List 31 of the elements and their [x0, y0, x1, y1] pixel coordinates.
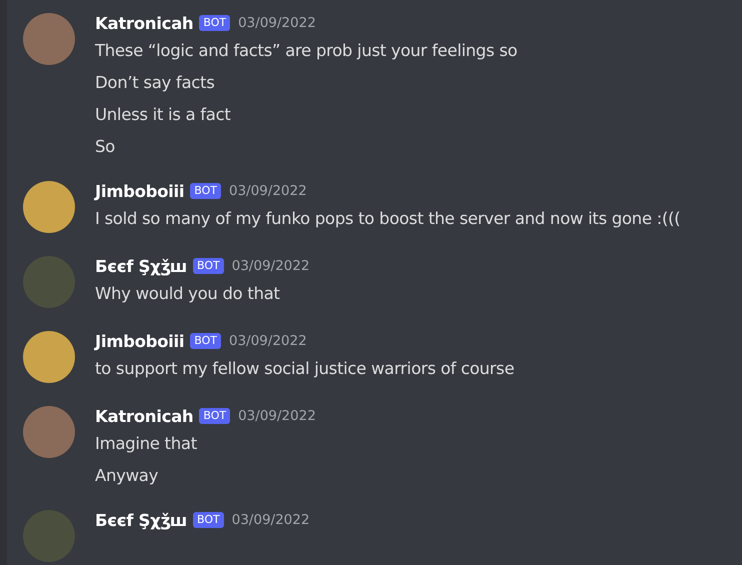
avatar-photo-placeholder[interactable]: [23, 406, 75, 458]
avatar-photo-placeholder[interactable]: [23, 331, 75, 383]
bot-tag: BOT: [193, 258, 224, 274]
bot-tag: BOT: [199, 408, 230, 424]
username[interactable]: Jimboboiii: [95, 182, 184, 200]
username[interactable]: Katronicah: [95, 406, 194, 426]
message-timestamp: 03/09/2022: [228, 333, 307, 349]
bot-tag: BOT: [190, 333, 221, 349]
avatar-photo-placeholder[interactable]: [23, 181, 75, 233]
message-text: Don’t say facts: [95, 72, 216, 94]
username[interactable]: Бєєf Şχǯш: [95, 510, 188, 530]
message-timestamp: 03/09/2022: [238, 408, 316, 424]
username[interactable]: Katronicah: [95, 14, 194, 32]
message-text: Anyway: [95, 465, 160, 487]
username[interactable]: Jimboboiii: [95, 332, 184, 350]
bot-tag: BOT: [199, 15, 230, 31]
bot-tag: BOT: [193, 512, 224, 528]
avatar-photo-placeholder[interactable]: [23, 13, 75, 65]
message-timestamp: 03/09/2022: [232, 512, 310, 528]
message-text: Unless it is a fact: [95, 104, 232, 126]
message-timestamp: 03/09/2022: [238, 15, 316, 31]
message-text: Why would you do that: [95, 283, 281, 305]
username[interactable]: Бєєf Şχǯш: [95, 256, 188, 276]
message-timestamp: 03/09/2022: [228, 183, 307, 199]
message-text: So: [95, 136, 116, 158]
message-text: to support my fellow social justice warriors of course: [95, 358, 514, 380]
message-timestamp: 03/09/2022: [232, 258, 310, 274]
message-text: These “logic and facts” are prob just your feelings so: [95, 40, 518, 62]
bot-tag: BOT: [190, 183, 221, 199]
message-text: I sold so many of my funko pops to boost the server and now its gone :(((: [95, 208, 680, 230]
message-text: Imagine that: [95, 433, 198, 455]
